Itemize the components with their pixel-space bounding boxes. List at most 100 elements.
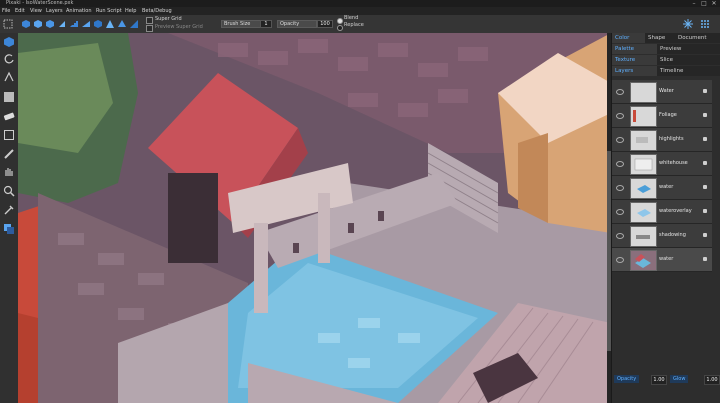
layer-name: Water <box>659 88 674 94</box>
super-grid-checkbox[interactable] <box>146 17 153 24</box>
replace-radio[interactable] <box>337 25 343 31</box>
hand-tool-icon[interactable] <box>3 166 15 178</box>
visibility-eye-icon[interactable] <box>616 257 624 263</box>
cube-icon[interactable] <box>21 19 31 29</box>
layer-thumbnail <box>630 130 657 151</box>
color-swatch-icon[interactable] <box>3 223 15 235</box>
layer-row[interactable]: water <box>612 176 712 200</box>
layer-glow-label: Glow <box>670 375 689 383</box>
visibility-eye-icon[interactable] <box>616 89 624 95</box>
layer-thumbnail <box>630 106 657 127</box>
layer-row[interactable]: wateroverlay <box>612 200 712 224</box>
layer-thumbnail <box>630 202 657 223</box>
panel-tab-row-4: Layers Timeline <box>612 66 720 76</box>
tab-timeline[interactable]: Timeline <box>657 66 720 76</box>
iso-stairs-icon[interactable] <box>69 19 79 29</box>
layer-name: water <box>659 184 674 190</box>
tab-shape[interactable]: Shape <box>645 33 675 43</box>
layer-row[interactable]: Water <box>612 80 712 104</box>
grid-dots-icon[interactable] <box>700 19 710 29</box>
replace-label: Replace <box>344 22 364 28</box>
layer-name: Foliage <box>659 112 677 118</box>
visibility-eye-icon[interactable] <box>616 209 624 215</box>
layer-name: water <box>659 256 674 262</box>
layer-thumbnail <box>630 226 657 247</box>
opacity-label: Opacity <box>277 20 317 28</box>
lock-icon[interactable] <box>703 185 707 189</box>
iso-ramp-icon[interactable] <box>81 19 91 29</box>
panel-tab-row-1: Color Shape Document <box>612 33 720 43</box>
menu-edit[interactable]: Edit <box>15 7 25 15</box>
layer-row[interactable]: Foliage <box>612 104 712 128</box>
lock-icon[interactable] <box>703 257 707 261</box>
minimize-button[interactable]: – <box>690 0 698 7</box>
gradient-tool-icon[interactable] <box>3 91 15 103</box>
layer-row[interactable]: water <box>612 248 712 272</box>
layer-thumbnail <box>630 250 657 271</box>
visibility-eye-icon[interactable] <box>616 137 624 143</box>
menu-run-script[interactable]: Run Script <box>96 7 122 15</box>
layer-row[interactable]: whitehouse <box>612 152 712 176</box>
close-button[interactable]: ✕ <box>710 0 718 7</box>
rotate-tool-icon[interactable] <box>3 53 15 65</box>
layer-name: shadowing <box>659 232 686 238</box>
eraser-tool-icon[interactable] <box>3 110 15 122</box>
snowflake-icon[interactable] <box>683 19 693 29</box>
layer-name: whitehouse <box>659 160 688 166</box>
tab-document[interactable]: Document <box>675 33 720 43</box>
layer-row[interactable]: highlights <box>612 128 712 152</box>
eyedropper-tool-icon[interactable] <box>3 204 15 216</box>
menu-layers[interactable]: Layers <box>46 7 63 15</box>
pixel-art-scene <box>18 33 611 403</box>
visibility-eye-icon[interactable] <box>616 185 624 191</box>
drawing-canvas[interactable] <box>18 33 611 403</box>
lasso-tool-icon[interactable] <box>3 71 15 83</box>
lock-icon[interactable] <box>703 161 707 165</box>
iso-half-block-icon[interactable] <box>129 19 139 29</box>
tab-layers[interactable]: Layers <box>612 66 657 76</box>
super-grid-label: Super Grid <box>155 16 182 22</box>
brush-size-input[interactable]: 1 <box>260 20 272 28</box>
layer-properties-bar: Opacity 1.00 Glow 1.00 <box>612 375 720 385</box>
lock-icon[interactable] <box>703 113 707 117</box>
layer-row[interactable]: shadowing <box>612 224 712 248</box>
visibility-eye-icon[interactable] <box>616 113 624 119</box>
visibility-eye-icon[interactable] <box>616 161 624 167</box>
layer-glow-input[interactable]: 1.00 <box>704 375 720 385</box>
preview-super-grid-checkbox[interactable] <box>146 25 153 32</box>
toolbar: Super Grid Preview Super Grid Brush Size… <box>0 15 720 34</box>
iso-cylinder-icon[interactable] <box>45 19 55 29</box>
lock-icon[interactable] <box>703 209 707 213</box>
maximize-button[interactable]: □ <box>700 0 708 7</box>
rectangle-select-icon[interactable] <box>3 129 15 141</box>
lock-icon[interactable] <box>703 233 707 237</box>
zoom-tool-icon[interactable] <box>3 185 15 197</box>
selection-tool-icon[interactable] <box>3 19 13 29</box>
iso-wedge-icon[interactable] <box>105 19 115 29</box>
layer-thumbnail <box>630 178 657 199</box>
opacity-input[interactable]: 100 <box>317 20 333 28</box>
hexagon-tool-icon[interactable] <box>3 36 15 48</box>
iso-corner-icon[interactable] <box>93 19 103 29</box>
layer-name: wateroverlay <box>659 208 692 214</box>
iso-block-icon[interactable] <box>33 19 43 29</box>
menu-file[interactable]: File <box>2 7 10 15</box>
iso-slope-icon[interactable] <box>57 19 67 29</box>
visibility-eye-icon[interactable] <box>616 233 624 239</box>
pencil-tool-icon[interactable] <box>3 148 15 160</box>
menu-animation[interactable]: Animation <box>66 7 92 15</box>
blend-radio[interactable] <box>337 18 343 24</box>
menu-help[interactable]: Help <box>125 7 136 15</box>
layer-thumbnail <box>630 154 657 175</box>
tab-color[interactable]: Color <box>612 33 645 43</box>
tab-slice[interactable]: Slice <box>657 55 720 65</box>
menu-beta-debug[interactable]: Beta/Debug <box>142 7 172 15</box>
iso-pyramid-icon[interactable] <box>117 19 127 29</box>
tab-preview[interactable]: Preview <box>657 44 720 54</box>
menu-view[interactable]: View <box>30 7 42 15</box>
lock-icon[interactable] <box>703 89 707 93</box>
tab-texture[interactable]: Texture <box>612 55 657 65</box>
tab-palette[interactable]: Palette <box>612 44 657 54</box>
lock-icon[interactable] <box>703 137 707 141</box>
layer-opacity-input[interactable]: 1.00 <box>651 375 667 385</box>
